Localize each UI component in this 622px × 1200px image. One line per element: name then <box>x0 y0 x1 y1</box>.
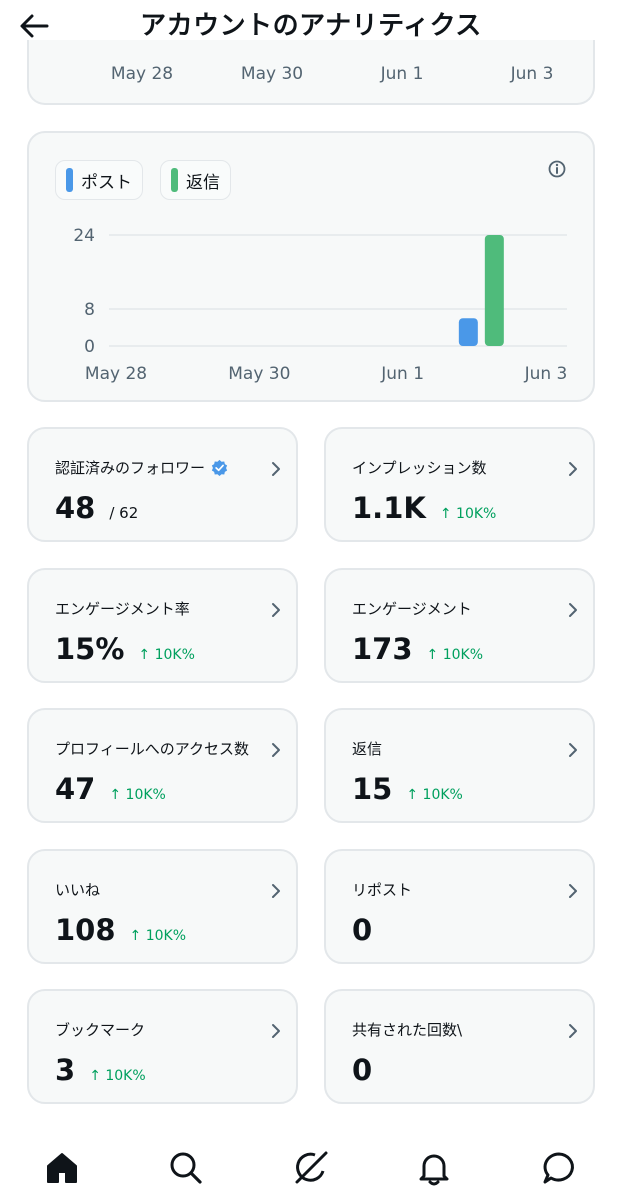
x-tick-label: May 30 <box>228 364 290 384</box>
metric-value-row: 1.1K ↑ 10K% <box>352 491 496 525</box>
metric-suffix: / 62 <box>109 504 139 522</box>
metric-change: ↑ 10K% <box>129 927 187 944</box>
top-x-label: Jun 3 <box>510 64 554 84</box>
top-x-label: Jun 1 <box>380 64 424 84</box>
metric-value-row: 15 ↑ 10K% <box>352 772 463 806</box>
metric-title-text: エンゲージメント <box>352 599 472 618</box>
top-chart-card: May 28 May 30 Jun 1 Jun 3 <box>27 40 595 105</box>
y-tick-label: 24 <box>73 226 95 246</box>
metric-title-text: いいね <box>55 880 101 899</box>
metric-value-row: 47 ↑ 10K% <box>55 772 166 806</box>
y-tick-label: 8 <box>84 300 95 320</box>
metric-value-row: 3 ↑ 10K% <box>55 1053 146 1087</box>
metric-card[interactable]: リポスト 0 <box>324 848 595 964</box>
chevron-right-icon <box>569 462 577 476</box>
search-icon <box>170 1152 202 1184</box>
chat-icon <box>543 1152 574 1184</box>
metric-value: 3 <box>55 1053 76 1087</box>
metric-change: ↑ 10K% <box>138 646 195 663</box>
bottom-nav <box>0 1128 622 1200</box>
nav-search[interactable] <box>166 1148 206 1188</box>
chevron-right-icon <box>569 743 577 757</box>
metric-title: リポスト <box>352 879 412 900</box>
metric-card[interactable]: インプレッション数 1.1K ↑ 10K% <box>324 427 595 542</box>
metric-title-text: ブックマーク <box>55 1021 146 1039</box>
metric-card[interactable]: 共有された回数\ 0 <box>324 989 595 1104</box>
metric-card[interactable]: プロフィールへのアクセス数 47 ↑ 10K% <box>27 708 298 823</box>
metric-title: プロフィールへのアクセス数 <box>55 738 249 759</box>
metric-title-text: エンゲージメント率 <box>55 599 190 618</box>
metric-value-row: 15% ↑ 10K% <box>55 632 195 666</box>
metric-title-text: インプレッション数 <box>352 459 487 477</box>
metric-card[interactable]: エンゲージメント 173 ↑ 10K% <box>324 567 595 683</box>
metric-value-row: 0 <box>352 913 372 947</box>
home-icon <box>47 1153 77 1183</box>
metric-value: 0 <box>352 912 373 947</box>
metric-change: ↑ 10K% <box>406 787 463 803</box>
metric-card[interactable]: エンゲージメント率 15% ↑ 10K% <box>27 567 298 683</box>
x-tick-label: Jun 3 <box>524 364 568 384</box>
metric-value-row: 108 ↑ 10K% <box>55 913 186 947</box>
y-tick-label: 0 <box>84 337 95 357</box>
metric-value: 48 <box>55 491 96 525</box>
page-title: アカウントのアナリティクス <box>140 11 482 41</box>
metric-card[interactable]: ブックマーク 3 ↑ 10K% <box>27 989 298 1104</box>
bar-replies[interactable] <box>484 235 504 346</box>
metric-value-row: 48 / 62 <box>55 491 138 525</box>
metric-value-row: 0 <box>352 1053 372 1087</box>
metric-change: ↑ 10K% <box>426 646 484 663</box>
chevron-right-icon <box>272 883 280 898</box>
metric-title-text: 認証済みのフォロワー <box>55 459 206 477</box>
nav-notifications[interactable] <box>414 1148 454 1188</box>
chevron-right-icon <box>569 1024 577 1038</box>
chevron-right-icon <box>272 462 280 476</box>
metric-title: ブックマーク <box>55 1019 145 1040</box>
metric-title: インプレッション数 <box>352 457 487 478</box>
bar-posts[interactable] <box>458 318 478 346</box>
metric-title: エンゲージメント <box>352 598 472 619</box>
nav-home[interactable] <box>42 1148 82 1188</box>
metric-value-row: 173 ↑ 10K% <box>352 632 483 666</box>
metric-card[interactable]: 認証済みのフォロワー 48 / 62 <box>27 427 298 542</box>
metric-value: 0 <box>352 1053 373 1087</box>
metric-value: 108 <box>55 912 116 947</box>
verified-badge-icon <box>211 459 228 476</box>
metric-title: 返信 <box>352 738 382 759</box>
metric-title: 認証済みのフォロワー <box>55 457 228 478</box>
metric-value: 1.1K <box>352 491 426 525</box>
x-tick-label: Jun 1 <box>380 364 424 384</box>
chevron-right-icon <box>272 602 280 617</box>
metric-change: ↑ 10K% <box>89 1068 146 1084</box>
metric-title: 共有された回数\ <box>352 1019 462 1040</box>
bell-icon <box>419 1154 449 1186</box>
metric-title-text: 返信 <box>352 740 383 758</box>
metric-change: ↑ 10K% <box>109 787 166 803</box>
metric-value: 15% <box>55 631 125 666</box>
metric-title: いいね <box>55 879 100 900</box>
nav-grok[interactable] <box>291 1148 331 1188</box>
metric-card[interactable]: 返信 15 ↑ 10K% <box>324 708 595 823</box>
top-x-label: May 30 <box>240 64 304 84</box>
bar-chart: 0 8 24 May 28 May 30 Jun 1 Jun 3 <box>73 226 568 384</box>
metric-change: ↑ 10K% <box>439 506 497 522</box>
chevron-right-icon <box>569 602 577 617</box>
grok-icon <box>295 1151 328 1184</box>
metric-card[interactable]: いいね 108 ↑ 10K% <box>27 848 298 964</box>
chevron-right-icon <box>272 1024 280 1038</box>
metric-title: エンゲージメント率 <box>55 598 190 619</box>
metric-value: 47 <box>55 772 96 806</box>
activity-chart-card: ポスト 返信 0 8 24 May 28 May 30 Jun 1 Jun 3 <box>27 131 595 402</box>
nav-messages[interactable] <box>539 1148 579 1188</box>
top-x-label: May 28 <box>110 64 174 84</box>
x-tick-label: May 28 <box>85 364 147 384</box>
metric-title-text: プロフィールへのアクセス数 <box>55 740 249 758</box>
metric-value: 173 <box>352 631 413 666</box>
metric-value: 15 <box>352 772 393 806</box>
chevron-right-icon <box>569 883 577 898</box>
chevron-right-icon <box>272 743 280 757</box>
metric-title-text: リポスト <box>352 880 413 899</box>
metric-title-text: 共有された回数\ <box>352 1021 463 1039</box>
